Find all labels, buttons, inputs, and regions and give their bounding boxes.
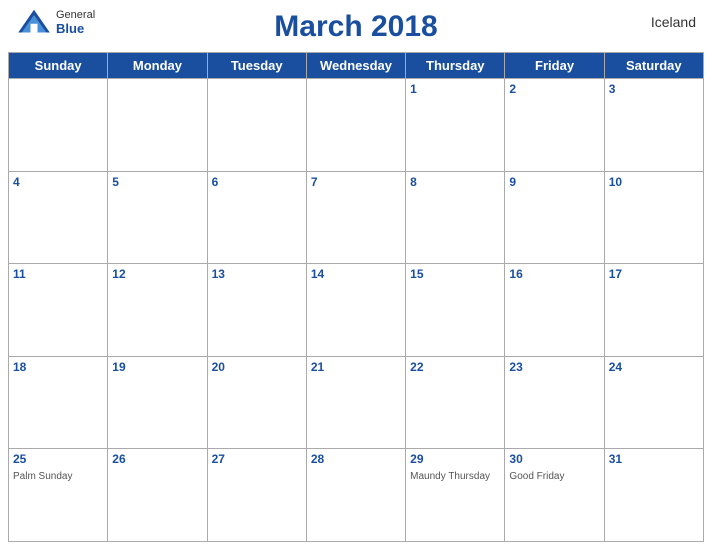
day-number: 28 (311, 451, 401, 468)
header-saturday: Saturday (605, 53, 704, 79)
day-number: 25 (13, 451, 103, 468)
day-cell-w2-d7: 10 (605, 172, 704, 265)
day-cell-w3-d1: 11 (9, 264, 108, 357)
day-number: 24 (609, 359, 699, 376)
day-number: 18 (13, 359, 103, 376)
day-number: 31 (609, 451, 699, 468)
day-cell-w1-d2 (108, 79, 207, 172)
day-number: 9 (509, 174, 599, 191)
day-event: Maundy Thursday (410, 470, 500, 483)
header-monday: Monday (108, 53, 207, 79)
day-headers: Sunday Monday Tuesday Wednesday Thursday… (9, 53, 704, 79)
day-cell-w4-d4: 21 (307, 357, 406, 450)
day-cell-w1-d5: 1 (406, 79, 505, 172)
day-cell-w4-d7: 24 (605, 357, 704, 450)
day-event: Good Friday (509, 470, 599, 483)
header-wednesday: Wednesday (307, 53, 406, 79)
weeks-container: 1234567891011121314151617181920212223242… (9, 79, 704, 542)
calendar-grid: Sunday Monday Tuesday Wednesday Thursday… (8, 52, 704, 542)
day-number: 1 (410, 81, 500, 98)
day-number: 2 (509, 81, 599, 98)
day-cell-w2-d4: 7 (307, 172, 406, 265)
day-cell-w1-d4 (307, 79, 406, 172)
day-cell-w1-d1 (9, 79, 108, 172)
day-number: 20 (212, 359, 302, 376)
day-number: 17 (609, 266, 699, 283)
day-event: Palm Sunday (13, 470, 103, 483)
day-number: 5 (112, 174, 202, 191)
day-number: 19 (112, 359, 202, 376)
day-cell-w2-d6: 9 (505, 172, 604, 265)
day-number: 29 (410, 451, 500, 468)
day-cell-w3-d2: 12 (108, 264, 207, 357)
day-cell-w5-d1: 25 Palm Sunday (9, 449, 108, 542)
day-cell-w5-d7: 31 (605, 449, 704, 542)
day-cell-w2-d3: 6 (208, 172, 307, 265)
day-number: 3 (609, 81, 699, 98)
country-label: Iceland (651, 14, 696, 30)
header-sunday: Sunday (9, 53, 108, 79)
day-number: 8 (410, 174, 500, 191)
day-number: 26 (112, 451, 202, 468)
day-cell-w2-d5: 8 (406, 172, 505, 265)
day-number: 23 (509, 359, 599, 376)
day-cell-w1-d7: 3 (605, 79, 704, 172)
day-number: 10 (609, 174, 699, 191)
calendar-title: March 2018 (274, 10, 437, 44)
day-number: 4 (13, 174, 103, 191)
day-cell-w4-d5: 22 (406, 357, 505, 450)
day-cell-w5-d6: 30 Good Friday (505, 449, 604, 542)
day-cell-w2-d1: 4 (9, 172, 108, 265)
day-number: 27 (212, 451, 302, 468)
week-row-3: 11 12 13 14 15 16 17 (9, 264, 704, 357)
day-number: 21 (311, 359, 401, 376)
day-number: 14 (311, 266, 401, 283)
day-number: 13 (212, 266, 302, 283)
calendar-header: General Blue March 2018 Iceland (0, 0, 712, 48)
day-cell-w3-d6: 16 (505, 264, 604, 357)
day-number: 7 (311, 174, 401, 191)
day-number: 16 (509, 266, 599, 283)
calendar-container: General Blue March 2018 Iceland Sunday M… (0, 0, 712, 550)
week-row-5: 25 Palm Sunday 26 27 28 29 Maundy Thursday 30 Go… (9, 449, 704, 542)
day-cell-w3-d7: 17 (605, 264, 704, 357)
logo-area: General Blue (16, 8, 95, 36)
header-friday: Friday (505, 53, 604, 79)
day-cell-w3-d3: 13 (208, 264, 307, 357)
logo-general: General (56, 9, 95, 21)
day-number: 12 (112, 266, 202, 283)
week-row-2: 456789 10 (9, 172, 704, 265)
day-cell-w5-d4: 28 (307, 449, 406, 542)
day-cell-w2-d2: 5 (108, 172, 207, 265)
day-number: 15 (410, 266, 500, 283)
day-cell-w4-d3: 20 (208, 357, 307, 450)
day-cell-w4-d2: 19 (108, 357, 207, 450)
day-cell-w4-d6: 23 (505, 357, 604, 450)
day-cell-w4-d1: 18 (9, 357, 108, 450)
header-thursday: Thursday (406, 53, 505, 79)
day-number: 11 (13, 266, 103, 283)
day-cell-w1-d6: 2 (505, 79, 604, 172)
week-row-4: 18 19 20 21 22 23 24 (9, 357, 704, 450)
day-cell-w3-d4: 14 (307, 264, 406, 357)
logo-icon (16, 8, 52, 36)
week-row-1: 123 (9, 79, 704, 172)
day-number: 30 (509, 451, 599, 468)
logo-blue: Blue (56, 21, 84, 36)
day-number: 22 (410, 359, 500, 376)
day-number: 6 (212, 174, 302, 191)
header-tuesday: Tuesday (208, 53, 307, 79)
day-cell-w1-d3 (208, 79, 307, 172)
day-cell-w5-d5: 29 Maundy Thursday (406, 449, 505, 542)
day-cell-w5-d2: 26 (108, 449, 207, 542)
day-cell-w3-d5: 15 (406, 264, 505, 357)
day-cell-w5-d3: 27 (208, 449, 307, 542)
